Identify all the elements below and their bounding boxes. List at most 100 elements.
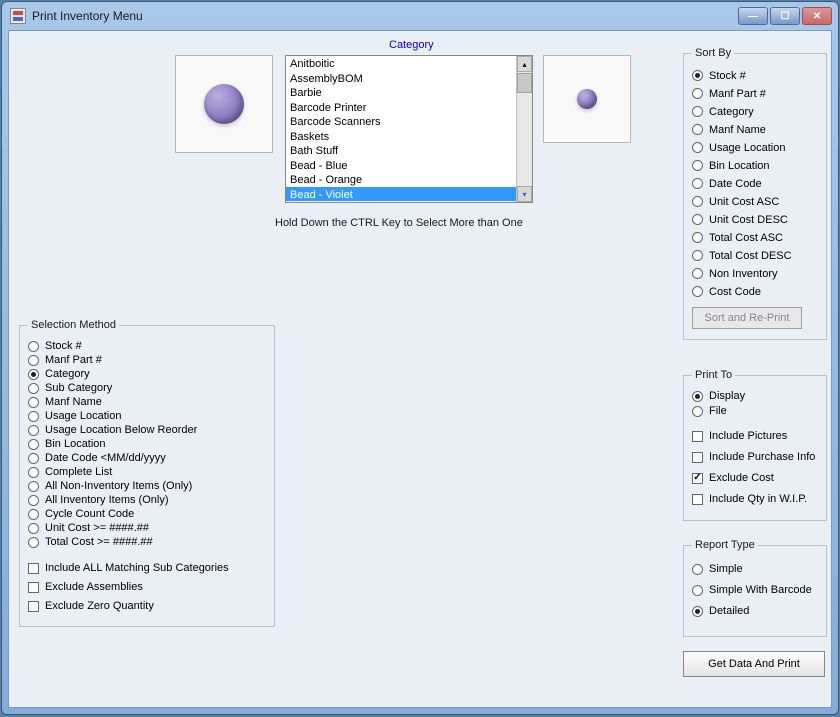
radio-icon — [692, 196, 703, 207]
sort-label: Usage Location — [709, 142, 785, 154]
list-item[interactable]: Anitboitic — [286, 56, 516, 71]
category-listbox[interactable]: AnitboiticAssemblyBOMBarbieBarcode Print… — [285, 55, 533, 203]
selection-option[interactable]: Category — [28, 367, 266, 381]
print-to-check[interactable]: Include Qty in W.I.P. — [692, 489, 818, 509]
radio-icon — [28, 467, 39, 478]
report-type-option[interactable]: Simple — [692, 559, 818, 579]
selection-label: All Inventory Items (Only) — [45, 494, 168, 506]
selection-option[interactable]: Date Code <MM/dd/yyyy — [28, 451, 266, 465]
list-item[interactable]: Baskets — [286, 129, 516, 144]
listbox-scrollbar[interactable]: ▴ ▾ — [516, 56, 532, 202]
sort-option[interactable]: Stock # — [692, 67, 818, 84]
selection-check[interactable]: Exclude Assemblies — [28, 578, 266, 596]
selection-option[interactable]: Complete List — [28, 465, 266, 479]
scrollbar-thumb[interactable] — [517, 73, 532, 93]
list-item[interactable]: AssemblyBOM — [286, 71, 516, 86]
selection-option[interactable]: Unit Cost >= ####.## — [28, 521, 266, 535]
sort-option[interactable]: Unit Cost DESC — [692, 211, 818, 228]
sort-option[interactable]: Manf Name — [692, 121, 818, 138]
client-area: Category AnitboiticAssemblyBOMBarbieBarc… — [8, 30, 832, 708]
report-type-option[interactable]: Detailed — [692, 601, 818, 621]
sort-label: Cost Code — [709, 286, 761, 298]
selection-option[interactable]: Bin Location — [28, 437, 266, 451]
radio-icon — [692, 232, 703, 243]
print-to-option[interactable]: Display — [692, 389, 818, 403]
list-item[interactable]: Barbie — [286, 85, 516, 100]
radio-icon — [692, 160, 703, 171]
selection-option[interactable]: Manf Name — [28, 395, 266, 409]
radio-icon — [692, 124, 703, 135]
selection-label: Unit Cost >= ####.## — [45, 522, 149, 534]
sort-option[interactable]: Non Inventory — [692, 265, 818, 282]
radio-icon — [692, 286, 703, 297]
radio-icon — [692, 585, 703, 596]
list-item[interactable]: Bead - Orange — [286, 172, 516, 187]
selection-check-label: Include ALL Matching Sub Categories — [45, 562, 229, 574]
sort-option[interactable]: Total Cost ASC — [692, 229, 818, 246]
radio-icon — [692, 268, 703, 279]
selection-method-group: Selection Method Stock #Manf Part #Categ… — [19, 319, 275, 627]
titlebar[interactable]: Print Inventory Menu — ☐ ✕ — [2, 2, 838, 30]
sort-option[interactable]: Unit Cost ASC — [692, 193, 818, 210]
radio-icon — [692, 564, 703, 575]
selection-option[interactable]: Manf Part # — [28, 353, 266, 367]
selection-check-label: Exclude Zero Quantity — [45, 600, 154, 612]
close-button[interactable]: ✕ — [802, 7, 832, 25]
list-item[interactable]: Bead - Violet — [286, 187, 516, 202]
selection-option[interactable]: Cycle Count Code — [28, 507, 266, 521]
category-header: Category — [389, 39, 434, 51]
report-type-legend: Report Type — [692, 539, 758, 551]
sort-label: Bin Location — [709, 160, 770, 172]
list-item[interactable]: Bead - Blue — [286, 158, 516, 173]
multiselect-hint: Hold Down the CTRL Key to Select More th… — [275, 217, 523, 229]
radio-icon — [28, 425, 39, 436]
sort-option[interactable]: Total Cost DESC — [692, 247, 818, 264]
sort-option[interactable]: Usage Location — [692, 139, 818, 156]
print-to-check[interactable]: Exclude Cost — [692, 468, 818, 488]
list-item[interactable]: Barcode Scanners — [286, 114, 516, 129]
sort-by-group: Sort By Stock #Manf Part #CategoryManf N… — [683, 47, 827, 340]
sort-option[interactable]: Category — [692, 103, 818, 120]
radio-icon — [692, 178, 703, 189]
list-item[interactable]: Barcode Printer — [286, 100, 516, 115]
print-to-option[interactable]: File — [692, 404, 818, 418]
radio-icon — [28, 369, 39, 380]
report-type-option[interactable]: Simple With Barcode — [692, 580, 818, 600]
selection-option[interactable]: Sub Category — [28, 381, 266, 395]
sort-label: Category — [709, 106, 754, 118]
selection-option[interactable]: Stock # — [28, 339, 266, 353]
sort-option[interactable]: Manf Part # — [692, 85, 818, 102]
selection-label: Usage Location — [45, 410, 121, 422]
print-to-check[interactable]: Include Purchase Info — [692, 447, 818, 467]
selection-option[interactable]: Usage Location Below Reorder — [28, 423, 266, 437]
print-to-check-label: Include Pictures — [709, 430, 787, 442]
maximize-button[interactable]: ☐ — [770, 7, 800, 25]
minimize-button[interactable]: — — [738, 7, 768, 25]
radio-icon — [28, 453, 39, 464]
list-item[interactable]: Bath Stuff — [286, 143, 516, 158]
get-data-print-button[interactable]: Get Data And Print — [683, 651, 825, 677]
selection-option[interactable]: Total Cost >= ####.## — [28, 535, 266, 549]
sort-option[interactable]: Cost Code — [692, 283, 818, 300]
selection-option[interactable]: Usage Location — [28, 409, 266, 423]
radio-icon — [28, 495, 39, 506]
selection-check[interactable]: Exclude Zero Quantity — [28, 597, 266, 615]
radio-icon — [28, 411, 39, 422]
radio-icon — [692, 391, 703, 402]
print-to-check[interactable]: Include Pictures — [692, 426, 818, 446]
selection-option[interactable]: All Non-Inventory Items (Only) — [28, 479, 266, 493]
selection-option[interactable]: All Inventory Items (Only) — [28, 493, 266, 507]
window-frame: Print Inventory Menu — ☐ ✕ Category Anit… — [1, 1, 839, 715]
radio-icon — [28, 481, 39, 492]
sort-reprint-button: Sort and Re-Print — [692, 307, 802, 329]
sort-option[interactable]: Bin Location — [692, 157, 818, 174]
sort-option[interactable]: Date Code — [692, 175, 818, 192]
scrollbar-up-icon[interactable]: ▴ — [517, 56, 532, 72]
scrollbar-down-icon[interactable]: ▾ — [517, 186, 532, 202]
selection-check[interactable]: Include ALL Matching Sub Categories — [28, 559, 266, 577]
radio-icon — [692, 214, 703, 225]
window-title: Print Inventory Menu — [32, 9, 143, 23]
report-type-group: Report Type SimpleSimple With BarcodeDet… — [683, 539, 827, 637]
app-icon — [10, 8, 26, 24]
print-to-legend: Print To — [692, 369, 735, 381]
